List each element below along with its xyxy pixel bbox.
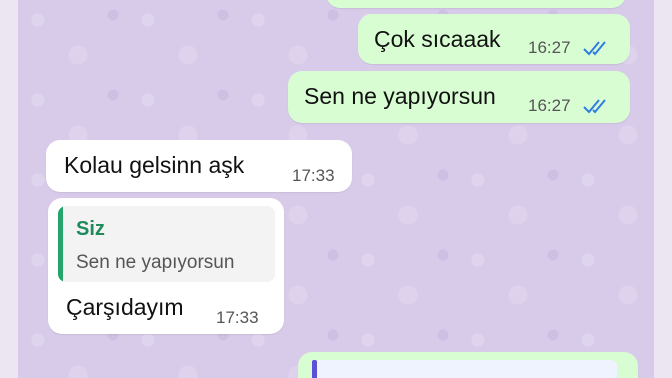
chat-wallpaper: Çok sıcaaak 16:27 Sen ne yapıyorsun 16:2…	[18, 0, 654, 378]
message-text: Sen ne yapıyorsun	[304, 83, 496, 109]
left-margin	[0, 0, 18, 378]
message-bubble-partial[interactable]	[326, 0, 626, 8]
message-bubble-outgoing[interactable]: Sen ne yapıyorsun 16:27	[288, 71, 630, 123]
message-bubble-incoming[interactable]: Kolau gelsinn aşk 17:33	[46, 140, 352, 192]
message-time: 17:33	[292, 166, 335, 185]
message-text: Çarşıdayım	[66, 294, 184, 320]
reply-quote	[317, 360, 617, 378]
right-margin	[654, 0, 672, 378]
message-text: Çok sıcaaak	[374, 26, 501, 52]
reply-text: Sen ne yapıyorsun	[76, 252, 235, 273]
double-check-icon	[583, 99, 606, 114]
message-time: 17:33	[216, 308, 259, 327]
reply-accent-bar	[58, 206, 63, 282]
message-text: Kolau gelsinn aşk	[64, 152, 245, 178]
message-bubble-partial[interactable]	[298, 352, 638, 378]
message-bubble-incoming-reply[interactable]: Siz Sen ne yapıyorsun Çarşıdayım 17:33	[48, 198, 284, 334]
double-check-icon	[583, 41, 606, 56]
reply-quote[interactable]: Siz Sen ne yapıyorsun	[58, 206, 275, 282]
message-bubble-outgoing[interactable]: Çok sıcaaak 16:27	[358, 14, 630, 64]
message-time: 16:27	[528, 38, 571, 57]
reply-author: Siz	[76, 218, 105, 240]
message-time: 16:27	[528, 96, 571, 115]
